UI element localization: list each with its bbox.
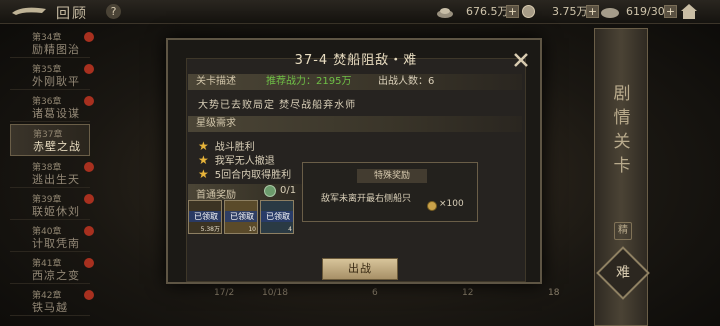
strip-value: 12 (462, 288, 474, 298)
special-reward-popup: 特殊奖励 敌军未离开最右侧船只 ×100 (302, 162, 478, 222)
chapter-item-active[interactable]: 第37章 赤壁之战 (10, 124, 90, 156)
chapter-list: 第34章 励精图治 第35章 外刚耿平 第36章 诸葛设谋 第37章 赤壁之战 … (0, 26, 94, 326)
scroll-title: 剧情关卡 (613, 84, 631, 176)
chapter-name: 铁马越 (32, 301, 68, 314)
add-stamina-button[interactable]: + (664, 5, 677, 18)
notification-dot (84, 64, 94, 74)
notification-dot (84, 32, 94, 42)
troop-count: 出战人数：6 (378, 76, 435, 87)
reward-item-silver[interactable]: 已领取 5.38万 (188, 200, 222, 234)
reward-item-coin[interactable]: 已领取 10 (224, 200, 258, 234)
help-icon[interactable]: ? (106, 4, 121, 19)
star-icon: ★ (198, 167, 209, 181)
notification-dot (84, 96, 94, 106)
add-silver-button[interactable]: + (506, 5, 519, 18)
seal-stamp: 精 (614, 222, 632, 240)
star-req-label: 星级需求 (196, 118, 236, 129)
claimed-label: 已领取 (189, 211, 221, 222)
normal-reward-count: 0/1 (280, 185, 297, 196)
back-arrow-icon[interactable] (8, 3, 48, 20)
chapter-item[interactable]: 第39章 联姬休刘 (10, 190, 94, 220)
claimed-label: 已领取 (261, 211, 293, 222)
chapter-item[interactable]: 第38章 逃出生天 (10, 158, 94, 188)
star-condition: ★ 5回合内取得胜利 (198, 166, 291, 181)
normal-reward-label: 首通奖励 (196, 190, 236, 201)
chapter-item[interactable]: 第41章 西凉之变 (10, 254, 94, 284)
add-gold-button[interactable]: + (586, 5, 599, 18)
chapter-name: 计取凭南 (32, 237, 80, 250)
strip-value: 6 (372, 288, 378, 298)
chapter-item[interactable]: 第40章 计取凭南 (10, 222, 94, 252)
notification-dot (84, 258, 94, 268)
stamina-icon (601, 8, 619, 18)
resource-gold: 3.75万 (550, 4, 590, 20)
home-icon[interactable] (680, 3, 698, 20)
special-reward-title: 特殊奖励 (357, 169, 427, 183)
stage-description: 大势已去败局定 焚尽战船弃水师 (198, 100, 357, 111)
reward-amount: 10 (248, 226, 256, 233)
chapter-name: 逃出生天 (32, 173, 80, 186)
gold-amount: 3.75万 (552, 5, 588, 18)
page-title: 回顾 (56, 6, 88, 22)
strip-value: 10/18 (262, 288, 288, 298)
reward-amount: 5.38万 (200, 226, 220, 233)
star-icon: ★ (198, 139, 209, 153)
battle-button[interactable]: 出战 (322, 258, 398, 280)
chapter-name: 联姬休刘 (32, 205, 80, 218)
gold-coin-icon (522, 5, 535, 18)
stage-modal: 37-4 焚船阻敌・难 关卡描述 推荐战力：2195万 出战人数：6 大势已去败… (166, 38, 542, 284)
recommended-power: 推荐战力：2195万 (266, 76, 352, 87)
jade-icon (264, 185, 276, 197)
strip-value: 18 (548, 288, 560, 298)
notification-dot (84, 290, 94, 300)
notification-dot (84, 194, 94, 204)
star-icon: ★ (198, 153, 209, 167)
special-reward-condition: 敌军未离开最右侧船只 (321, 194, 412, 204)
chapter-name: 西凉之变 (32, 269, 80, 282)
strip-value: 17/2 (214, 288, 235, 298)
reward-item-gem[interactable]: 已领取 4 (260, 200, 294, 234)
reward-amount: 4 (288, 226, 292, 233)
special-reward-amount: ×100 (439, 199, 464, 209)
chapter-name: 诸葛设谋 (32, 107, 80, 120)
chapter-item[interactable]: 第42章 铁马越 (10, 286, 94, 316)
chapter-name: 励精图治 (32, 43, 80, 56)
chapter-name: 赤壁之战 (33, 140, 81, 153)
notification-dot (84, 162, 94, 172)
chapter-name: 外刚耿平 (32, 75, 80, 88)
difficulty-label: 难 (616, 265, 630, 281)
stage-info-bar: 关卡描述 推荐战力：2195万 出战人数：6 (188, 74, 522, 90)
notification-dot (84, 226, 94, 236)
silver-amount: 676.5万 (466, 5, 509, 18)
star-condition-text: 5回合内取得胜利 (214, 170, 292, 181)
modal-title: 37-4 焚船阻敌・难 (294, 53, 418, 68)
chapter-item[interactable]: 第35章 外刚耿平 (10, 60, 94, 90)
stage-desc-label: 关卡描述 (196, 76, 236, 87)
silver-ingot-icon (437, 8, 453, 18)
star-condition: ★ 战斗胜利 (198, 138, 255, 153)
chapter-item[interactable]: 第36章 诸葛设谋 (10, 92, 94, 122)
gold-coin-icon (427, 201, 437, 211)
star-condition: ★ 我军无人撤退 (198, 152, 275, 167)
top-bar: 回顾 ? 676.5万 + 3.75万 + 619/300 + (0, 0, 720, 24)
claimed-label: 已领取 (225, 211, 257, 222)
close-icon[interactable] (512, 51, 530, 69)
chapter-item[interactable]: 第34章 励精图治 (10, 28, 94, 58)
star-requirement-bar: 星级需求 (188, 116, 522, 132)
